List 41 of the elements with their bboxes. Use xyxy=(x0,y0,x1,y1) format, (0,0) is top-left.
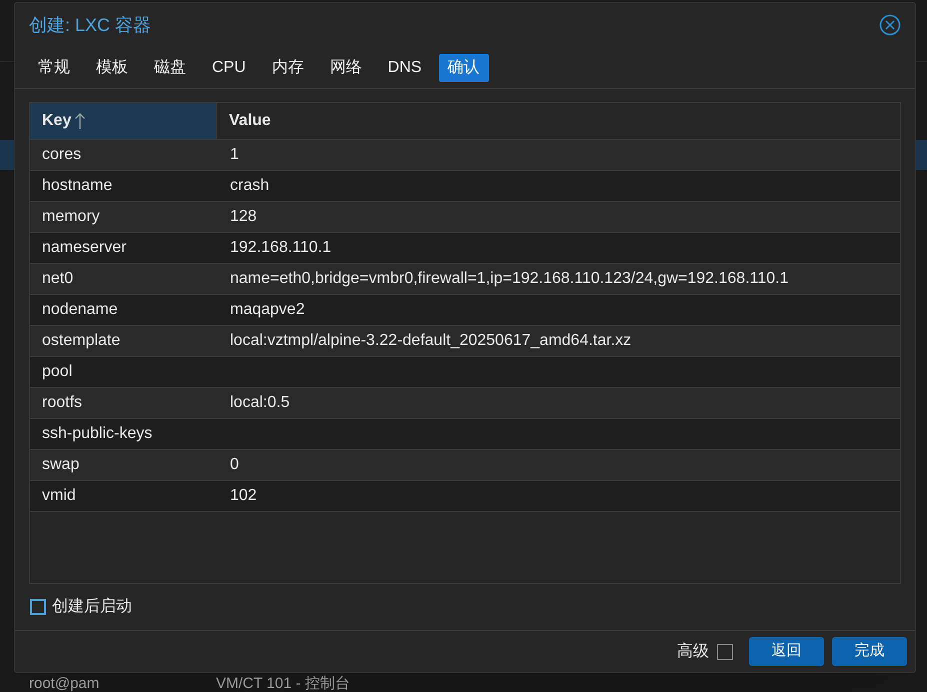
checkbox-label: 创建后启动 xyxy=(52,596,132,617)
tab[interactable]: 内存 xyxy=(262,54,313,82)
table-cell-text: ostemplate xyxy=(41,331,122,351)
tab[interactable]: 网络 xyxy=(320,54,371,82)
dialog-button[interactable]: 返回 xyxy=(749,637,824,666)
table-cell-text: hostname xyxy=(41,176,114,196)
tab[interactable]: 常规 xyxy=(29,54,79,82)
table-cell-text: 102 xyxy=(229,486,258,506)
dialog-title: 创建: LXC 容器 xyxy=(29,14,152,36)
column-header[interactable]: Key xyxy=(30,103,217,139)
close-button[interactable] xyxy=(879,14,901,36)
table-cell-text: pool xyxy=(41,362,74,382)
table-cell-text: cores xyxy=(41,145,82,165)
dialog-button[interactable]: 完成 xyxy=(832,637,907,666)
table-cell-text: 128 xyxy=(229,207,258,227)
table-cell-text: vmid xyxy=(41,486,77,506)
table-cell-text: crash xyxy=(229,176,270,196)
table-cell-text: nodename xyxy=(41,300,119,320)
table-cell-text: local:0.5 xyxy=(229,393,291,413)
table-cell-text: net0 xyxy=(41,269,74,289)
table-cell-text: ssh-public-keys xyxy=(41,424,154,444)
tab[interactable]: 模板 xyxy=(87,54,137,82)
tab[interactable]: DNS xyxy=(378,54,431,82)
tab[interactable]: CPU xyxy=(203,54,255,82)
checkbox[interactable] xyxy=(30,599,46,615)
checkbox[interactable] xyxy=(717,644,733,660)
task-label: VM/CT 101 - 控制台 xyxy=(216,675,350,692)
table-cell-text: local:vztmpl/alpine-3.22-default_20250617_amd64.tar.xz xyxy=(229,331,632,351)
table-cell-text: swap xyxy=(41,455,80,475)
advanced-label: 高级 xyxy=(677,642,709,662)
table-cell-text: memory xyxy=(41,207,101,227)
table-cell-text: 192.168.110.1 xyxy=(229,238,332,258)
table-cell-text: nameserver xyxy=(41,238,128,258)
table-cell-text: 1 xyxy=(229,145,240,165)
tab[interactable]: 确认 xyxy=(438,54,489,82)
table-cell-text: maqapve2 xyxy=(229,300,306,320)
table-cell-text: rootfs xyxy=(41,393,84,413)
tab[interactable]: 磁盘 xyxy=(145,54,195,82)
user-label: root@pam xyxy=(28,675,100,692)
table-cell-text: name=eth0,bridge=vmbr0,firewall=1,ip=192.168.110.123/24,gw=192.168.110.1 xyxy=(229,269,790,289)
table-cell-text: 0 xyxy=(229,455,240,475)
